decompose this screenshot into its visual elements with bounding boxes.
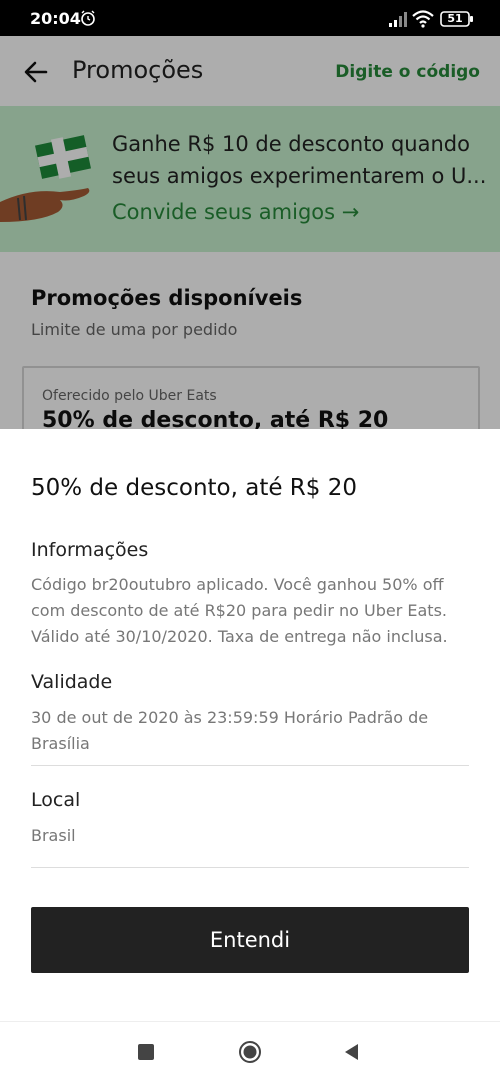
location-heading: Local (31, 789, 81, 811)
info-heading: Informações (31, 539, 149, 561)
promo-details-sheet: 50% de desconto, até R$ 20 Informações C… (0, 429, 500, 1021)
got-it-button[interactable]: Entendi (31, 907, 469, 973)
system-nav-bar (0, 1021, 500, 1082)
modal-scrim[interactable] (0, 36, 500, 429)
triangle-back-icon[interactable] (342, 1042, 362, 1062)
validity-body: 30 de out de 2020 às 23:59:59 Horário Pa… (31, 708, 429, 753)
circle-icon[interactable] (238, 1040, 262, 1064)
divider (31, 867, 469, 868)
location-body: Brasil (31, 826, 76, 845)
status-bar: 20:04 51 (0, 0, 500, 36)
sheet-title: 50% de desconto, até R$ 20 (31, 475, 357, 501)
cell-signal-icon (389, 12, 407, 27)
alarm-clock-icon (81, 10, 95, 26)
divider (31, 765, 469, 766)
status-time: 20:04 (30, 9, 81, 28)
wifi-icon (412, 10, 434, 28)
validity-heading: Validade (31, 671, 113, 693)
square-icon[interactable] (138, 1044, 154, 1060)
info-body: Código br20outubro aplicado. Você ganhou… (31, 575, 448, 646)
battery-level: 51 (447, 12, 463, 25)
